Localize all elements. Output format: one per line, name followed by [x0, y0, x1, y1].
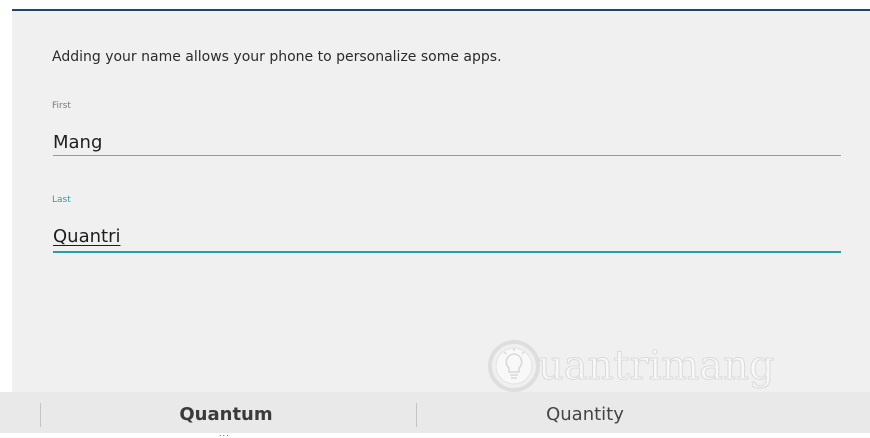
more-suggestions-indicator[interactable]: ...: [219, 429, 230, 438]
first-name-underline: [53, 155, 841, 156]
last-name-input[interactable]: Quantri: [53, 226, 120, 247]
first-name-input[interactable]: Mang: [53, 132, 102, 153]
suggestion-divider: [40, 403, 41, 427]
top-bar: [0, 0, 870, 11]
last-name-label: Last: [52, 195, 71, 205]
keyboard-suggestion-bar: Quantum ... Quantity: [0, 392, 870, 438]
suggestion-primary[interactable]: Quantum: [179, 404, 272, 425]
suggestion-secondary[interactable]: Quantity: [546, 404, 624, 425]
suggestion-divider: [416, 403, 417, 427]
watermark: uantrimang: [486, 334, 775, 398]
watermark-text: uantrimang: [538, 343, 776, 390]
last-name-underline-focused: [53, 251, 841, 253]
intro-text: Adding your name allows your phone to pe…: [52, 49, 502, 65]
lightbulb-icon: [488, 340, 540, 392]
first-name-label: First: [52, 101, 71, 111]
